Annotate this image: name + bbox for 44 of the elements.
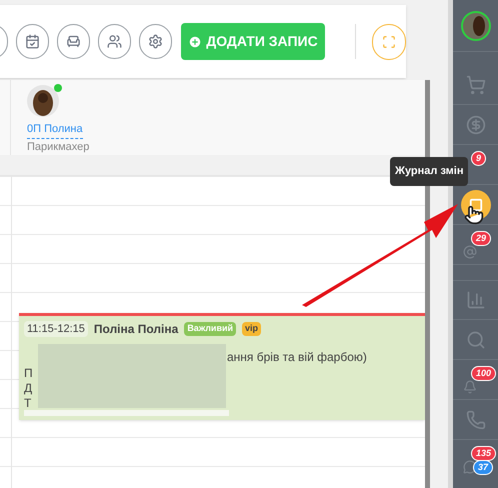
- staff-role: Парикмахер: [27, 140, 90, 154]
- count-badge: 100: [471, 366, 496, 381]
- money-icon: [466, 114, 486, 134]
- chat-icon: [462, 460, 476, 474]
- search-icon: [466, 330, 486, 350]
- client-name: Поліна Поліна: [94, 321, 178, 338]
- count-badge: 135: [471, 446, 496, 461]
- detail-line: Т: [24, 396, 32, 411]
- tag: vip: [242, 322, 262, 336]
- fullscreen-icon: [382, 34, 396, 48]
- calendar-icon: [24, 34, 40, 49]
- service-text: ання брів та вій фарбою): [227, 349, 367, 366]
- staff-name-link[interactable]: 0П Полина: [27, 121, 83, 138]
- phone-icon: [466, 410, 486, 430]
- at-sign-icon: [462, 244, 476, 258]
- gear-icon: [148, 34, 163, 49]
- bell-icon: [462, 380, 476, 394]
- chat-button[interactable]: [462, 460, 476, 474]
- fullscreen-button[interactable]: [372, 24, 406, 60]
- settings-button[interactable]: [138, 24, 172, 59]
- chair-icon: [66, 34, 81, 49]
- chair-button[interactable]: [56, 24, 90, 59]
- count-badge: 9: [471, 151, 486, 166]
- avatar-icon: [27, 85, 59, 117]
- bar-chart-icon: [466, 290, 486, 310]
- time-chip: 11:15-12:15: [24, 320, 88, 338]
- detail-line: Д: [24, 381, 34, 396]
- square-icon: [468, 198, 482, 212]
- plus-icon: [188, 34, 202, 48]
- tag: Важливий: [184, 322, 236, 336]
- hand-cursor-icon: [464, 205, 484, 225]
- at-sign-button[interactable]: [462, 244, 476, 258]
- tooltip: Журнал змін: [390, 157, 468, 186]
- bell-button[interactable]: [462, 380, 476, 394]
- cart-icon: [466, 74, 486, 94]
- appointment-card[interactable]: 11:15-12:15 Поліна Поліна Важливий vip ання брів та вій фарбою) П Д Т: [19, 313, 425, 420]
- people-icon: [106, 34, 122, 49]
- calendar-button[interactable]: [16, 24, 49, 59]
- count-badge: 37: [473, 460, 494, 475]
- count-badge: 29: [471, 231, 492, 246]
- add-record-button[interactable]: ДОДАТИ ЗАПИС: [180, 23, 326, 60]
- detail-line: П: [24, 366, 34, 381]
- user-avatar[interactable]: [460, 10, 490, 40]
- staff-button[interactable]: [98, 24, 131, 59]
